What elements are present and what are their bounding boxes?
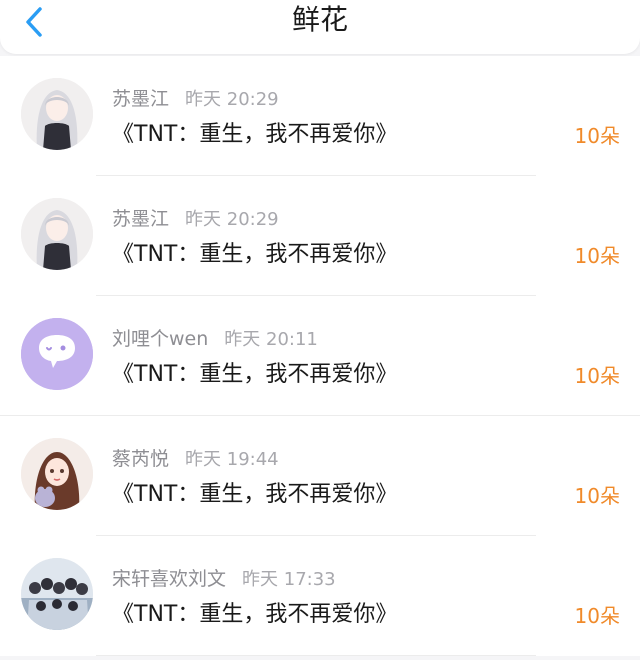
book-title[interactable]: 《TNT：重生，我不再爱你》 <box>112 596 397 628</box>
timestamp: 昨天 19:44 <box>185 449 279 470</box>
user-name[interactable]: 蔡芮悦 <box>112 448 169 470</box>
list-item[interactable]: 蔡芮悦 昨天 19:44 《TNT：重生，我不再爱你》 10朵 <box>0 416 640 536</box>
avatar-girl-bear-icon <box>21 438 93 510</box>
book-title[interactable]: 《TNT：重生，我不再爱你》 <box>112 356 397 388</box>
flower-list: 苏墨江 昨天 20:29 《TNT：重生，我不再爱你》 10朵 苏墨江 昨天 20:… <box>0 56 640 656</box>
flower-count: 10朵 <box>574 604 620 628</box>
user-name[interactable]: 苏墨江 <box>112 208 169 230</box>
divider <box>96 655 536 656</box>
flower-count: 10朵 <box>574 124 620 148</box>
avatar-girl-white-hair-icon <box>21 78 93 150</box>
list-item[interactable]: 宋轩喜欢刘文 昨天 17:33 《TNT：重生，我不再爱你》 10朵 <box>0 536 640 656</box>
item-meta: 苏墨江 昨天 20:29 <box>112 84 279 111</box>
book-title[interactable]: 《TNT：重生，我不再爱你》 <box>112 116 397 148</box>
avatar[interactable] <box>21 558 93 630</box>
avatar[interactable] <box>21 318 93 390</box>
item-meta: 苏墨江 昨天 20:29 <box>112 204 279 231</box>
item-meta: 宋轩喜欢刘文 昨天 17:33 <box>112 564 336 591</box>
list-item[interactable]: 苏墨江 昨天 20:29 《TNT：重生，我不再爱你》 10朵 <box>0 176 640 296</box>
avatar[interactable] <box>21 78 93 150</box>
avatar[interactable] <box>21 198 93 270</box>
flower-count: 10朵 <box>574 364 620 388</box>
item-meta: 蔡芮悦 昨天 19:44 <box>112 444 279 471</box>
user-name[interactable]: 苏墨江 <box>112 88 169 110</box>
top-bar: 鲜花 <box>0 0 640 54</box>
timestamp: 昨天 17:33 <box>242 569 336 590</box>
avatar-group-photo-icon <box>21 558 93 630</box>
flower-count: 10朵 <box>574 484 620 508</box>
page-title: 鲜花 <box>291 3 348 36</box>
avatar-purple-chat-icon <box>21 318 93 390</box>
flower-count: 10朵 <box>574 244 620 268</box>
avatar[interactable] <box>21 438 93 510</box>
item-meta: 刘哩个wen 昨天 20:11 <box>112 324 318 351</box>
book-title[interactable]: 《TNT：重生，我不再爱你》 <box>112 476 397 508</box>
book-title[interactable]: 《TNT：重生，我不再爱你》 <box>112 236 397 268</box>
timestamp: 昨天 20:29 <box>185 89 279 110</box>
timestamp: 昨天 20:11 <box>224 329 318 350</box>
timestamp: 昨天 20:29 <box>185 209 279 230</box>
list-item[interactable]: 苏墨江 昨天 20:29 《TNT：重生，我不再爱你》 10朵 <box>0 56 640 176</box>
avatar-girl-white-hair-icon <box>21 198 93 270</box>
user-name[interactable]: 宋轩喜欢刘文 <box>112 568 226 590</box>
user-name[interactable]: 刘哩个wen <box>112 328 208 350</box>
list-item[interactable]: 刘哩个wen 昨天 20:11 《TNT：重生，我不再爱你》 10朵 <box>0 296 640 416</box>
